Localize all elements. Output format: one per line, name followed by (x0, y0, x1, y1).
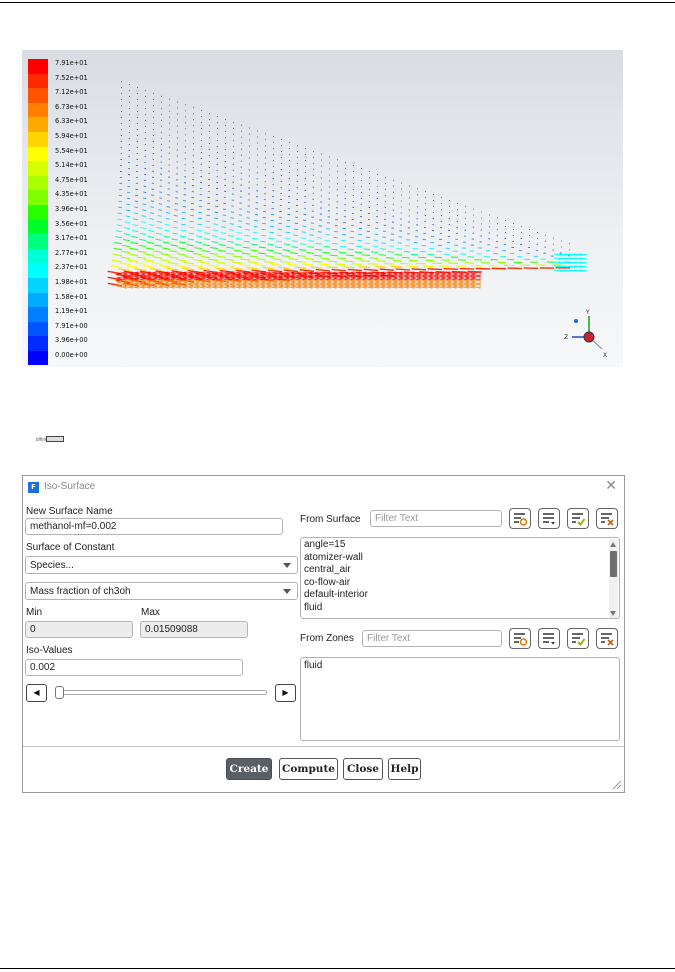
triad-x-label: X (603, 352, 607, 359)
from-surface-select-all-button[interactable] (567, 508, 589, 529)
slider-right-button[interactable]: ▶ (275, 684, 296, 702)
small-caption-thumbnail (46, 436, 64, 442)
from-surface-list-item[interactable]: co-flow-air (301, 577, 619, 590)
list-new-icon (514, 633, 527, 646)
chevron-down-icon (283, 589, 291, 594)
from-surface-list-item[interactable]: central_air (301, 564, 619, 577)
list-new-icon (514, 513, 527, 526)
max-value-field: 0.01509088 (140, 621, 248, 638)
close-icon[interactable]: ✕ (605, 478, 617, 494)
resize-grip-icon[interactable] (612, 780, 622, 790)
compute-button[interactable]: Compute (279, 758, 338, 780)
from-surface-list-item[interactable]: default-interior (301, 589, 619, 602)
dialog-title: Iso-Surface (44, 481, 96, 492)
triad-y-label: Y (585, 309, 590, 316)
constant-category-value: Species... (30, 560, 74, 571)
footer-separator (23, 746, 624, 747)
page-bottom-rule (0, 968, 675, 969)
surface-of-constant-label: Surface of Constant (26, 542, 115, 553)
from-surface-list-item[interactable]: fluid (301, 602, 619, 615)
fluent-logo-icon: F (28, 482, 39, 493)
from-zones-filter-input[interactable]: Filter Text (362, 630, 502, 647)
from-zones-group-menu-button[interactable] (538, 628, 560, 649)
from-surface-list[interactable]: angle=15 atomizer-wall central_air co-flow-… (300, 537, 620, 619)
iso-values-label: Iso-Values (26, 645, 73, 656)
min-value-field: 0 (25, 621, 133, 638)
axis-triad-icon: Y Z X (564, 309, 607, 359)
from-zones-list[interactable]: fluid (300, 657, 620, 741)
list-dropdown-icon (543, 513, 555, 525)
scrollbar-thumb[interactable] (610, 551, 617, 577)
from-surface-deselect-all-button[interactable] (596, 508, 618, 529)
velocity-vectors (107, 81, 588, 289)
from-zones-new-group-button[interactable] (509, 628, 531, 649)
iso-values-input[interactable]: 0.002 (25, 659, 243, 676)
constant-quantity-dropdown[interactable]: Mass fraction of ch3oh (25, 582, 298, 600)
new-surface-name-input[interactable]: methanol-mf=0.002 (25, 518, 283, 535)
deselect-all-icon (601, 513, 614, 526)
create-button[interactable]: Create (226, 758, 272, 780)
from-zones-select-all-button[interactable] (567, 628, 589, 649)
new-surface-name-label: New Surface Name (26, 506, 113, 517)
list-dropdown-icon (543, 633, 555, 645)
dialog-titlebar[interactable]: F Iso-Surface ✕ (23, 476, 624, 498)
from-surface-label: From Surface (300, 514, 361, 525)
page-top-rule (0, 2, 675, 3)
iso-value-slider-thumb[interactable] (55, 686, 64, 699)
from-zones-deselect-all-button[interactable] (596, 628, 618, 649)
chevron-down-icon (283, 563, 291, 568)
min-label: Min (26, 607, 43, 618)
from-surface-list-item[interactable]: angle=15 (301, 539, 619, 552)
constant-category-dropdown[interactable]: Species... (25, 556, 298, 574)
slider-left-button[interactable]: ◀ (26, 684, 47, 702)
close-button[interactable]: Close (343, 758, 383, 780)
max-label: Max (141, 607, 160, 618)
deselect-all-icon (601, 633, 614, 646)
from-surface-new-group-button[interactable] (509, 508, 531, 529)
constant-quantity-value: Mass fraction of ch3oh (30, 586, 131, 597)
iso-surface-dialog: F Iso-Surface ✕ New Surface Name methano… (22, 475, 625, 793)
iso-value-slider-track[interactable] (58, 690, 267, 695)
help-button[interactable]: Help (388, 758, 421, 780)
scroll-up-icon[interactable] (610, 542, 616, 547)
vector-plot-viewport[interactable]: 7.91e+01 7.52e+01 7.12e+01 6.73e+01 6.33e+01… (22, 50, 623, 367)
select-all-icon (572, 513, 585, 526)
scroll-down-icon[interactable] (610, 611, 616, 616)
from-surface-scrollbar[interactable] (609, 539, 618, 618)
from-zones-label: From Zones (300, 633, 354, 644)
from-zones-list-item[interactable]: fluid (301, 660, 619, 673)
from-surface-filter-input[interactable]: Filter Text (370, 510, 502, 527)
select-all-icon (572, 633, 585, 646)
triad-z-label: Z (564, 334, 568, 341)
from-surface-list-item[interactable]: atomizer-wall (301, 552, 619, 565)
from-surface-group-menu-button[interactable] (538, 508, 560, 529)
